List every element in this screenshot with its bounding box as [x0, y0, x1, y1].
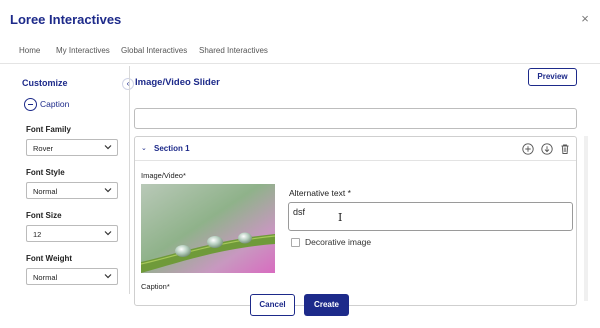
plus-circle-icon[interactable]: [522, 143, 534, 155]
alt-text-label: Alternative text *: [289, 188, 351, 198]
font-style-label: Font Style: [26, 168, 65, 177]
caption-section-label: Caption: [40, 99, 70, 109]
font-style-value: Normal: [33, 187, 58, 196]
chevron-down-icon: [104, 274, 112, 279]
font-family-select[interactable]: Rover: [26, 139, 118, 156]
tab-shared-interactives[interactable]: Shared Interactives: [199, 46, 268, 55]
sidebar-divider: [129, 66, 130, 294]
text-cursor-icon: I: [338, 211, 343, 224]
chevron-down-icon[interactable]: ⌄: [141, 144, 147, 152]
cancel-button[interactable]: Cancel: [250, 294, 295, 316]
image-preview[interactable]: [141, 184, 275, 273]
sidebar-heading: Customize: [22, 78, 68, 88]
caption-field-label: Caption*: [141, 282, 170, 291]
section-title: Section 1: [154, 144, 190, 153]
font-style-select[interactable]: Normal: [26, 182, 118, 199]
interactive-title-input[interactable]: [134, 108, 577, 129]
minus-circle-icon: [24, 98, 37, 111]
font-weight-select[interactable]: Normal: [26, 268, 118, 285]
close-icon[interactable]: ×: [578, 11, 592, 27]
collapse-sidebar-icon[interactable]: ‹: [122, 78, 134, 90]
chevron-down-icon: [104, 188, 112, 193]
tab-bar: Home My Interactives Global Interactives…: [0, 40, 600, 64]
decorative-image-label: Decorative image: [305, 237, 372, 247]
modal-header: Loree Interactives ×: [0, 0, 600, 40]
preview-button[interactable]: Preview: [528, 68, 577, 86]
decorative-image-checkbox[interactable]: [291, 238, 300, 247]
scrollbar[interactable]: [584, 136, 588, 301]
tab-home[interactable]: Home: [19, 46, 40, 55]
trash-icon[interactable]: [559, 143, 571, 155]
font-weight-label: Font Weight: [26, 254, 73, 263]
create-button[interactable]: Create: [304, 294, 349, 316]
chevron-down-icon: [104, 145, 112, 150]
font-size-select[interactable]: 12: [26, 225, 118, 242]
font-weight-value: Normal: [33, 273, 58, 282]
font-family-value: Rover: [33, 144, 54, 153]
modal-title: Loree Interactives: [10, 12, 122, 27]
tab-global-interactives[interactable]: Global Interactives: [121, 46, 187, 55]
font-family-label: Font Family: [26, 125, 71, 134]
alt-text-value: dsf: [293, 207, 306, 217]
font-size-value: 12: [33, 230, 42, 239]
tab-my-interactives[interactable]: My Interactives: [56, 46, 110, 55]
arrow-down-circle-icon[interactable]: [541, 143, 553, 155]
media-field-label: Image/Video*: [141, 171, 186, 180]
section-header: ⌄ Section 1: [135, 137, 576, 161]
chevron-down-icon: [104, 231, 112, 236]
alt-text-input[interactable]: dsf: [288, 202, 573, 231]
font-size-label: Font Size: [26, 211, 62, 220]
editor-title: Image/Video Slider: [135, 77, 220, 88]
